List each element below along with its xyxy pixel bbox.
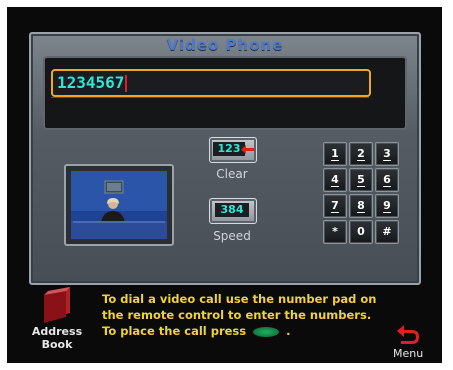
key-5[interactable]: 5 bbox=[349, 168, 373, 192]
speed-label: Speed bbox=[213, 229, 251, 243]
key-2[interactable]: 2 bbox=[349, 142, 373, 166]
key-9[interactable]: 9 bbox=[375, 194, 399, 218]
instruction-text: To dial a video call use the number pad … bbox=[102, 292, 377, 338]
tv-screen: Video Phone 1234567 123 Clear 384 Speed … bbox=[7, 7, 442, 363]
clear-label: Clear bbox=[216, 167, 248, 181]
key-hash[interactable]: # bbox=[375, 220, 399, 244]
green-call-oval-icon bbox=[253, 326, 280, 337]
video-preview bbox=[64, 164, 174, 246]
speed-button-lcd: 384 bbox=[220, 203, 244, 216]
display-divider bbox=[51, 97, 369, 98]
key-3[interactable]: 3 bbox=[375, 142, 399, 166]
key-1[interactable]: 1 bbox=[323, 142, 347, 166]
key-7[interactable]: 7 bbox=[323, 194, 347, 218]
clear-button-lcd: 123 bbox=[217, 142, 241, 155]
key-star[interactable]: * bbox=[323, 220, 347, 244]
address-book-label[interactable]: Address Book bbox=[27, 325, 87, 351]
address-book-icon[interactable] bbox=[40, 287, 74, 323]
speed-button[interactable]: 384 bbox=[209, 198, 257, 224]
key-0[interactable]: 0 bbox=[349, 220, 373, 244]
menu-button[interactable]: Menu bbox=[393, 347, 423, 360]
text-cursor bbox=[125, 75, 128, 92]
back-arrow-icon[interactable] bbox=[395, 323, 421, 345]
key-4[interactable]: 4 bbox=[323, 168, 347, 192]
window-title: Video Phone bbox=[166, 36, 284, 54]
number-input-value: 1234567 bbox=[57, 73, 125, 92]
key-6[interactable]: 6 bbox=[375, 168, 399, 192]
clear-button[interactable]: 123 bbox=[209, 137, 257, 163]
number-input[interactable]: 1234567 bbox=[51, 69, 371, 97]
backspace-arrow-icon bbox=[241, 145, 254, 154]
video-feed-image bbox=[71, 171, 167, 239]
key-8[interactable]: 8 bbox=[349, 194, 373, 218]
